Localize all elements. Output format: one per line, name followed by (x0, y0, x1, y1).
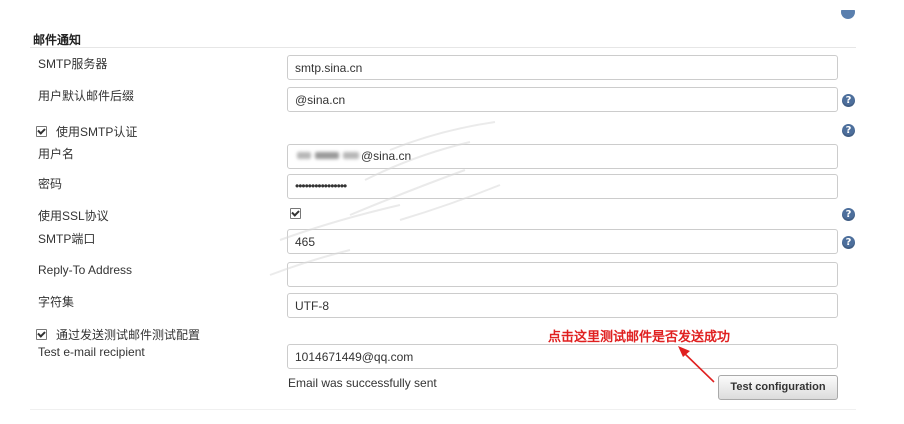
expand-icon[interactable] (841, 10, 855, 20)
test-configuration-button[interactable]: Test configuration (718, 375, 838, 400)
smtp-port-label: SMTP端口 (38, 232, 96, 246)
test-config-checkbox[interactable] (36, 329, 47, 340)
help-circle-icon[interactable]: ? (842, 208, 855, 221)
reply-to-label: Reply-To Address (38, 263, 133, 277)
smtp-server-label: SMTP服务器 (38, 57, 108, 71)
section-title: 邮件通知 (33, 33, 82, 47)
help-circle-icon[interactable]: ? (842, 124, 855, 137)
charset-label: 字符集 (38, 295, 75, 309)
username-label: 用户名 (38, 147, 75, 161)
password-label: 密码 (38, 177, 63, 191)
email-notification-page: 邮件通知 SMTP服务器 用户默认邮件后缀 ? 使用SMTP认证 ? 用户名 @… (0, 0, 904, 424)
help-circle-icon[interactable]: ? (842, 236, 855, 249)
test-config-checkbox-row[interactable]: 通过发送测试邮件测试配置 (36, 326, 200, 343)
smtp-auth-checkbox-row[interactable]: 使用SMTP认证 (36, 123, 137, 140)
status-message: Email was successfully sent (288, 376, 437, 390)
smtp-auth-label: 使用SMTP认证 (56, 125, 138, 139)
smtp-server-input[interactable] (287, 55, 838, 80)
watermark-graphic (269, 121, 501, 276)
charset-input[interactable] (287, 293, 838, 318)
test-recipient-label: Test e-mail recipient (38, 345, 145, 359)
red-arrow-icon (678, 346, 715, 383)
test-config-label: 通过发送测试邮件测试配置 (56, 328, 201, 342)
test-recipient-input[interactable] (287, 344, 838, 369)
help-circle-icon[interactable]: ? (842, 94, 855, 107)
smtp-auth-checkbox[interactable] (36, 126, 47, 137)
ssl-label: 使用SSL协议 (38, 209, 109, 223)
section-divider (30, 47, 856, 48)
default-suffix-label: 用户默认邮件后缀 (38, 89, 135, 103)
bottom-divider (30, 409, 856, 410)
default-suffix-input[interactable] (287, 87, 838, 112)
